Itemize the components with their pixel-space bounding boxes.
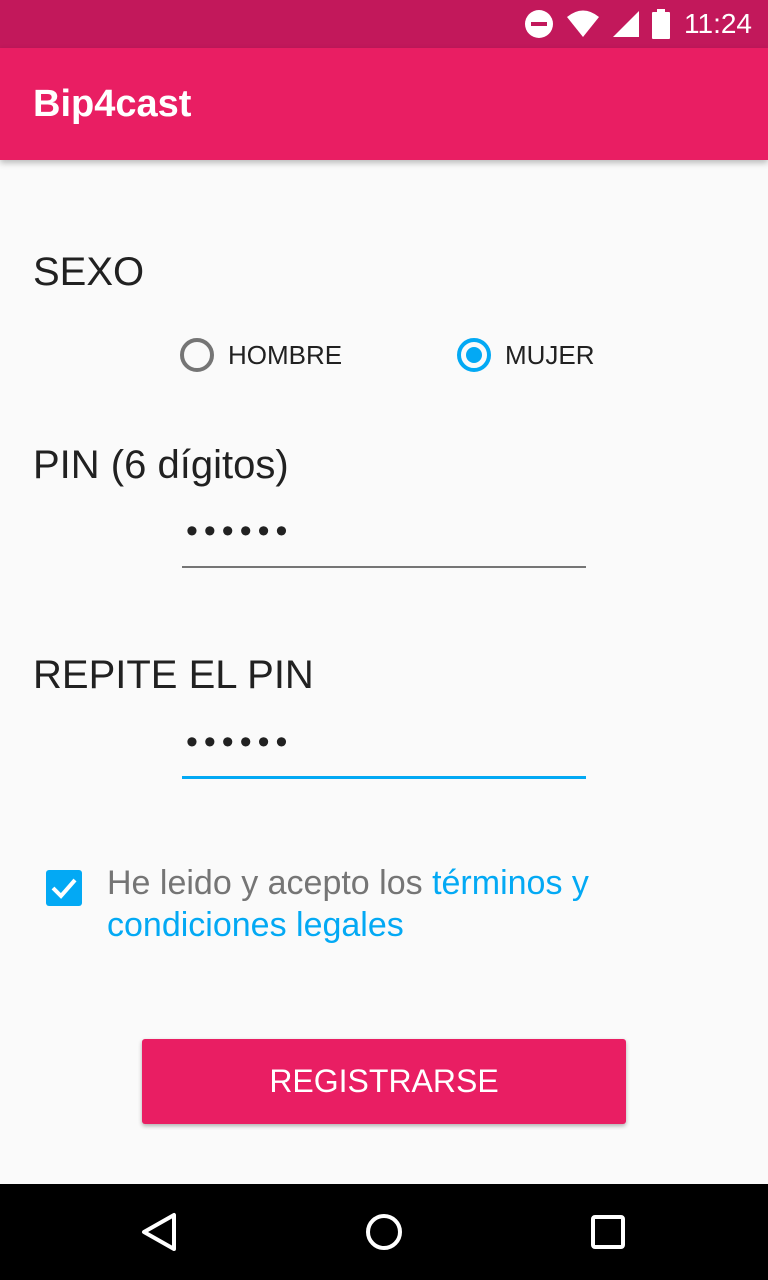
home-icon[interactable] [364, 1212, 404, 1252]
terms-checkbox[interactable] [46, 870, 82, 906]
repeat-pin-label: REPITE EL PIN [33, 653, 314, 697]
radio-checked-icon [457, 338, 491, 372]
do-not-disturb-icon [524, 9, 554, 39]
pin-underline [182, 566, 586, 568]
register-button[interactable]: REGISTRARSE [142, 1039, 626, 1124]
terms-prefix: He leido y acepto los [107, 864, 433, 902]
pin-value: •••••• [186, 512, 294, 550]
signal-icon [612, 10, 640, 38]
repeat-pin-underline [182, 776, 586, 779]
app-title: Bip4cast [33, 83, 192, 125]
repeat-pin-value: •••••• [186, 723, 294, 761]
radio-unchecked-icon [180, 338, 214, 372]
radio-hombre-label: HOMBRE [228, 339, 343, 370]
radio-mujer-label: MUJER [505, 339, 595, 370]
wifi-icon [566, 10, 600, 38]
pin-label: PIN (6 dígitos) [33, 443, 289, 487]
terms-text: He leido y acepto los términos y condici… [107, 862, 707, 946]
radio-mujer[interactable]: MUJER [457, 338, 595, 372]
back-icon[interactable] [140, 1212, 180, 1252]
pin-input[interactable]: •••••• [182, 508, 586, 568]
status-bar: 11:24 [0, 0, 768, 48]
battery-icon [652, 9, 670, 39]
app-bar: Bip4cast [0, 48, 768, 160]
recents-icon[interactable] [588, 1212, 628, 1252]
checkmark-icon [51, 878, 77, 899]
nav-bar [0, 1184, 768, 1280]
status-time: 11:24 [684, 8, 752, 39]
radio-hombre[interactable]: HOMBRE [180, 338, 342, 372]
sexo-label: SEXO [33, 250, 145, 294]
repeat-pin-input[interactable]: •••••• [182, 719, 586, 779]
